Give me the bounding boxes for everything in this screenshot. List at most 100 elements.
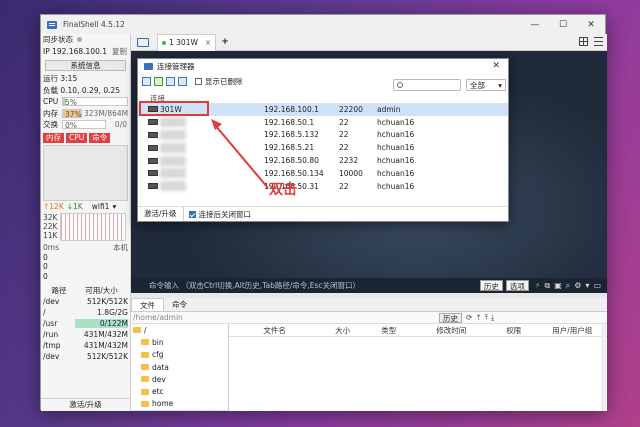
- ping-header: 0ms 本机: [41, 242, 130, 253]
- tree-item[interactable]: admin: [131, 410, 228, 411]
- search-input[interactable]: [393, 79, 461, 91]
- menu-icon[interactable]: [594, 37, 603, 46]
- cpu-meter: CPU 5%: [41, 96, 130, 108]
- layout-icon[interactable]: ▭: [593, 281, 601, 291]
- activate-upgrade-link[interactable]: 激活/升级: [41, 398, 130, 411]
- swap-percent: 0%: [65, 121, 77, 131]
- command-input[interactable]: 命令输入 （双击Ctrl切换,Alt历史,Tab路径/命令,Esc关闭窗口）: [149, 280, 360, 291]
- close-icon[interactable]: ✕: [492, 61, 500, 71]
- disk-path: /: [43, 308, 46, 317]
- connection-host: 192.168.50.134: [264, 168, 324, 178]
- filter-value: 全部: [470, 80, 485, 90]
- tab-process-memory[interactable]: 内存: [43, 132, 64, 143]
- lightning-icon[interactable]: ⚡: [535, 281, 541, 291]
- options-button[interactable]: 选项: [505, 280, 529, 291]
- connection-row[interactable]: 192.168.50.134 10000 hchuan16: [138, 167, 508, 180]
- command-bar: 命令输入 （双击Ctrl切换,Alt历史,Tab路径/命令,Esc关闭窗口） 历…: [131, 278, 607, 293]
- column-header[interactable]: 文件名: [229, 325, 320, 336]
- swap-label: 交换: [43, 120, 58, 130]
- redacted-name: [160, 142, 186, 153]
- history-button[interactable]: 历史: [479, 280, 503, 291]
- add-tab-button[interactable]: +: [221, 37, 229, 47]
- clipboard-icon[interactable]: ▣: [554, 281, 562, 291]
- folder-icon[interactable]: [137, 37, 149, 47]
- redacted-name: [160, 117, 186, 128]
- cpu-bar: 5%: [62, 97, 128, 108]
- disk-col-size: 可用/大小: [85, 286, 118, 295]
- export-icon[interactable]: [178, 77, 187, 86]
- column-header[interactable]: 大小: [320, 325, 365, 336]
- column-header[interactable]: 类型: [365, 325, 413, 336]
- ping-value: 0: [43, 252, 48, 262]
- refresh-icon[interactable]: ⟳: [466, 313, 472, 323]
- column-header[interactable]: 用户/用户组: [538, 325, 607, 336]
- tree-item-label: bin: [152, 337, 164, 347]
- search-icon[interactable]: ⌕: [566, 281, 570, 291]
- copy-icon[interactable]: ⧉: [544, 281, 550, 291]
- path-input[interactable]: /home/admin: [133, 313, 439, 322]
- connection-row[interactable]: 192.168.5.21 22 hchuan16: [138, 141, 508, 154]
- connection-row[interactable]: 192.168.50.1 22 hchuan16: [138, 116, 508, 129]
- tree-item[interactable]: dev: [131, 373, 228, 385]
- ping-host: 本机: [113, 242, 128, 252]
- gear-icon[interactable]: ⚙: [574, 281, 581, 291]
- memory-bar: 37%: [62, 108, 82, 118]
- app-logo-icon: [47, 20, 57, 29]
- connection-row[interactable]: 192.168.50.80 2232 hchuan16: [138, 154, 508, 167]
- tab-process-cpu[interactable]: CPU: [66, 132, 88, 143]
- close-after-connect-checkbox[interactable]: [188, 210, 196, 218]
- tree-item[interactable]: bin: [131, 336, 228, 348]
- chevron-down-icon: ▾: [498, 80, 502, 90]
- tree-item[interactable]: /: [131, 324, 228, 336]
- chevron-down-icon[interactable]: ▾: [585, 281, 589, 291]
- tree-item[interactable]: home: [131, 398, 228, 410]
- connection-row[interactable]: 192.168.50.31 22 hchuan16: [138, 180, 508, 193]
- connection-host: 192.168.50.1: [264, 117, 315, 127]
- tree-item[interactable]: cfg: [131, 349, 228, 361]
- cpu-value: 5%: [65, 98, 77, 108]
- upload-icon[interactable]: ⇡: [475, 313, 481, 323]
- tab-commands[interactable]: 命令: [164, 298, 195, 311]
- disk-row: /run 431M/432M: [41, 329, 130, 340]
- folder-icon: [141, 388, 149, 395]
- dialog-activate-link[interactable]: 激活/升级: [138, 207, 184, 221]
- redacted-name: [160, 168, 186, 179]
- disk-size: 431M/432M: [83, 341, 128, 350]
- close-tab-button[interactable]: ×: [205, 38, 211, 47]
- path-history-button[interactable]: 历史: [439, 312, 462, 323]
- tab-process-command[interactable]: 命令: [89, 132, 111, 143]
- scrollbar[interactable]: [601, 324, 606, 411]
- minimize-button[interactable]: —: [521, 15, 549, 34]
- upload-file-icon[interactable]: ⤒: [485, 313, 488, 323]
- maximize-button[interactable]: ☐: [549, 15, 577, 34]
- file-list: 文件名 大小 类型 修改时间 权限 用户/用户组: [229, 324, 607, 411]
- disk-path: /dev: [43, 352, 60, 361]
- disk-path: /dev: [43, 297, 60, 306]
- tree-item[interactable]: data: [131, 361, 228, 373]
- column-header[interactable]: 权限: [490, 325, 538, 336]
- server-icon: [148, 119, 158, 126]
- disk-header: 路径 可用/大小: [41, 285, 130, 296]
- import-icon[interactable]: [166, 77, 175, 86]
- folder-icon: [141, 364, 149, 371]
- net-interface-select[interactable]: wifi1: [92, 202, 110, 211]
- show-deleted-checkbox[interactable]: [195, 78, 202, 85]
- new-folder-icon[interactable]: [142, 77, 151, 86]
- disk-row: /dev 512K/512K: [41, 351, 130, 362]
- grid-icon[interactable]: [579, 37, 588, 46]
- tree-item[interactable]: etc: [131, 385, 228, 397]
- column-header[interactable]: 修改时间: [413, 325, 490, 336]
- connection-user: hchuan16: [377, 117, 415, 127]
- process-list: [43, 144, 128, 201]
- copy-ip-button[interactable]: 复制: [112, 46, 127, 57]
- download-icon[interactable]: ⤓: [491, 313, 494, 323]
- connection-row[interactable]: 192.168.5.132 22 hchuan16: [138, 129, 508, 142]
- window-controls: — ☐ ✕: [521, 15, 605, 34]
- new-connection-icon[interactable]: [154, 77, 163, 86]
- system-info-button[interactable]: 系统信息: [45, 60, 126, 71]
- tab-session-301w[interactable]: 1 301W ×: [157, 33, 217, 51]
- tab-files[interactable]: 文件: [131, 298, 164, 311]
- connection-host: 192.168.100.1: [264, 104, 319, 114]
- close-window-button[interactable]: ✕: [577, 15, 605, 34]
- filter-select[interactable]: 全部 ▾: [466, 79, 506, 91]
